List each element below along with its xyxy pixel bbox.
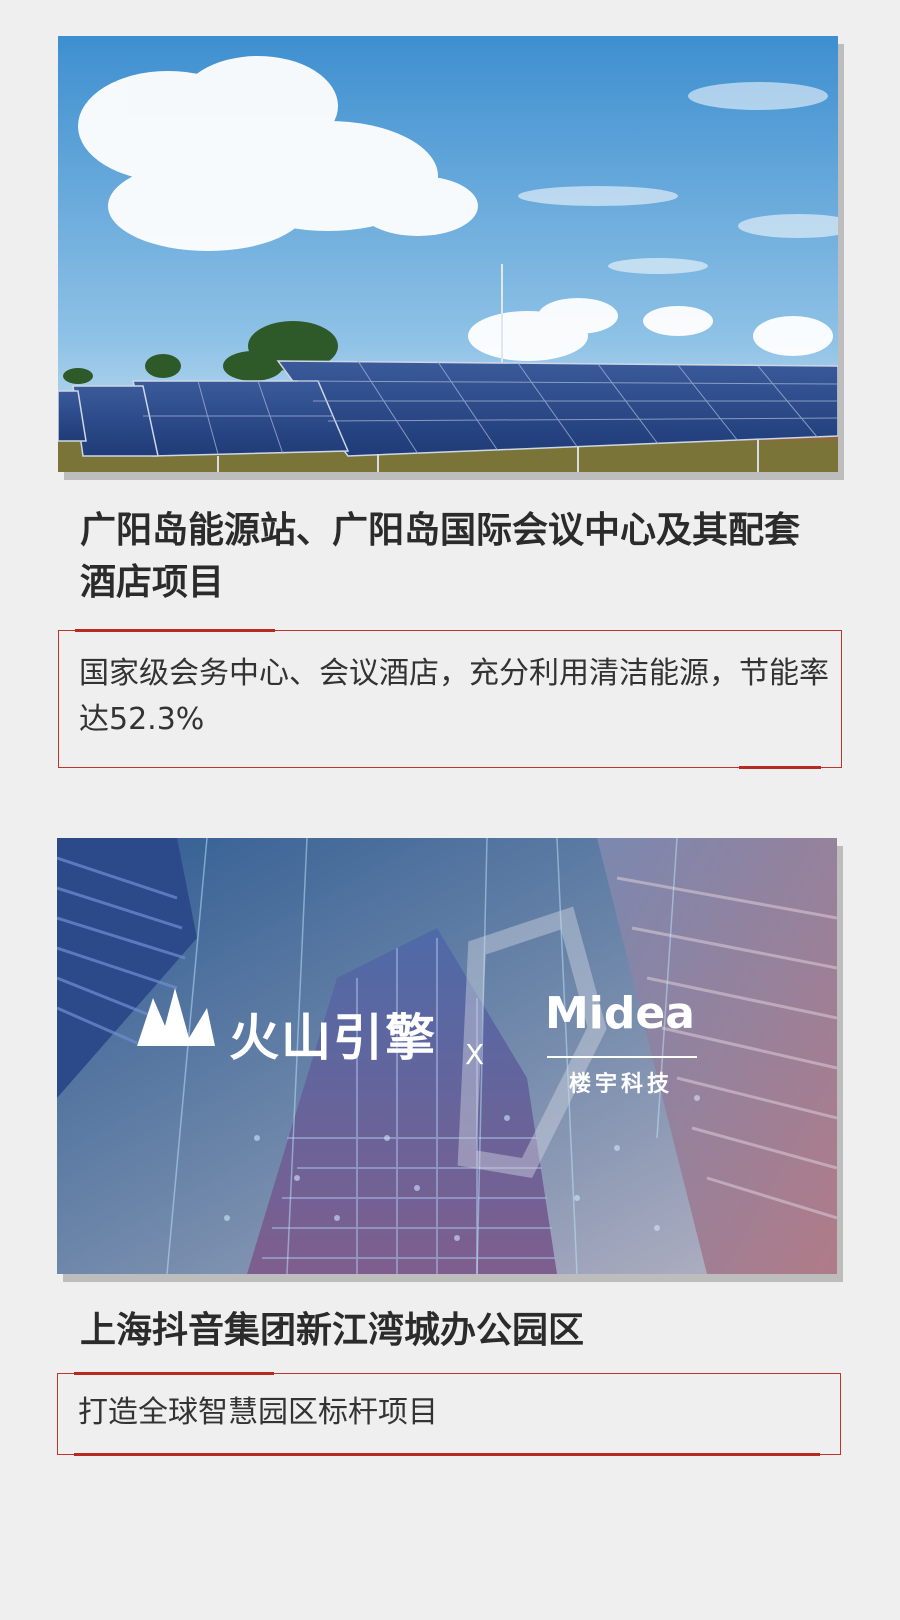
solar-panels-image	[58, 36, 838, 472]
accent-line-bottom	[74, 1453, 820, 1456]
project-title: 广阳岛能源站、广阳岛国际会议中心及其配套酒店项目	[80, 510, 801, 603]
project-description: 打造全球智慧园区标杆项目	[78, 1395, 438, 1430]
midea-brand: Midea	[545, 988, 695, 1039]
project-description-box: 国家级会务中心、会议酒店，充分利用清洁能源，节能率达52.3%	[58, 629, 842, 769]
logo-left-text: 火山引擎	[229, 1009, 437, 1067]
project-description-box: 打造全球智慧园区标杆项目	[57, 1372, 841, 1456]
midea-divider	[547, 1056, 697, 1058]
midea-subtitle: 楼宇科技	[569, 1072, 674, 1097]
accent-line-top	[75, 629, 275, 632]
logo-separator: X	[465, 1038, 485, 1071]
accent-line-bottom	[739, 766, 821, 769]
accent-line-top	[74, 1372, 274, 1375]
smart-building-image: 火山引擎 X Midea 楼宇科技	[57, 838, 837, 1274]
project-title: 上海抖音集团新江湾城办公园区	[80, 1310, 585, 1351]
project-description: 国家级会务中心、会议酒店，充分利用清洁能源，节能率达52.3%	[79, 656, 829, 737]
